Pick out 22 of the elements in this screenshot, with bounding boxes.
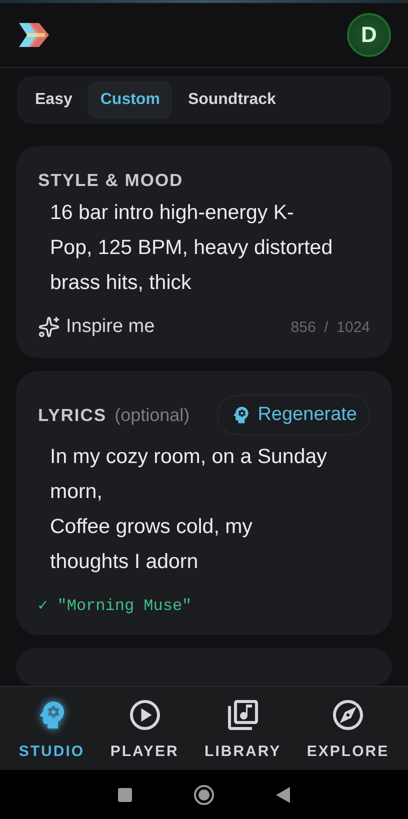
regenerate-button[interactable]: Regenerate xyxy=(216,395,370,435)
recents-icon[interactable] xyxy=(117,786,133,802)
sparkle-icon xyxy=(38,316,60,338)
card-title: LYRICS xyxy=(38,404,107,426)
mode-tab[interactable]: Easy xyxy=(23,81,84,119)
optional-hint: (optional) xyxy=(114,404,190,426)
nav-tab[interactable]: STUDIO xyxy=(18,697,85,760)
mode-tab[interactable]: Soundtrack xyxy=(176,81,288,119)
app-logo xyxy=(17,20,51,50)
inspire-button[interactable]: Inspire me xyxy=(38,316,155,338)
card-title: STYLE & MOOD xyxy=(38,170,184,191)
mode-tab[interactable]: Custom xyxy=(88,81,172,119)
home-icon[interactable] xyxy=(193,784,215,806)
lyrics-text[interactable]: In my cozy room, on a Sunday morn, Coffee grows cold, my thoughts I adorn xyxy=(38,439,335,579)
nav-tab[interactable]: EXPLORE xyxy=(306,697,390,760)
lyrics-status: ✓ "Morning Muse" xyxy=(38,596,193,615)
back-icon[interactable] xyxy=(275,786,291,804)
nav-tab[interactable]: PLAYER xyxy=(110,697,179,760)
user-avatar[interactable]: D xyxy=(347,13,391,57)
character-counter: 856 / 1024 xyxy=(290,318,370,336)
nav-tab[interactable]: LIBRARY xyxy=(204,697,282,760)
style-text[interactable]: 16 bar intro high-energy K-Pop, 125 BPM, heavy distorted brass hits, thick xyxy=(38,195,335,300)
